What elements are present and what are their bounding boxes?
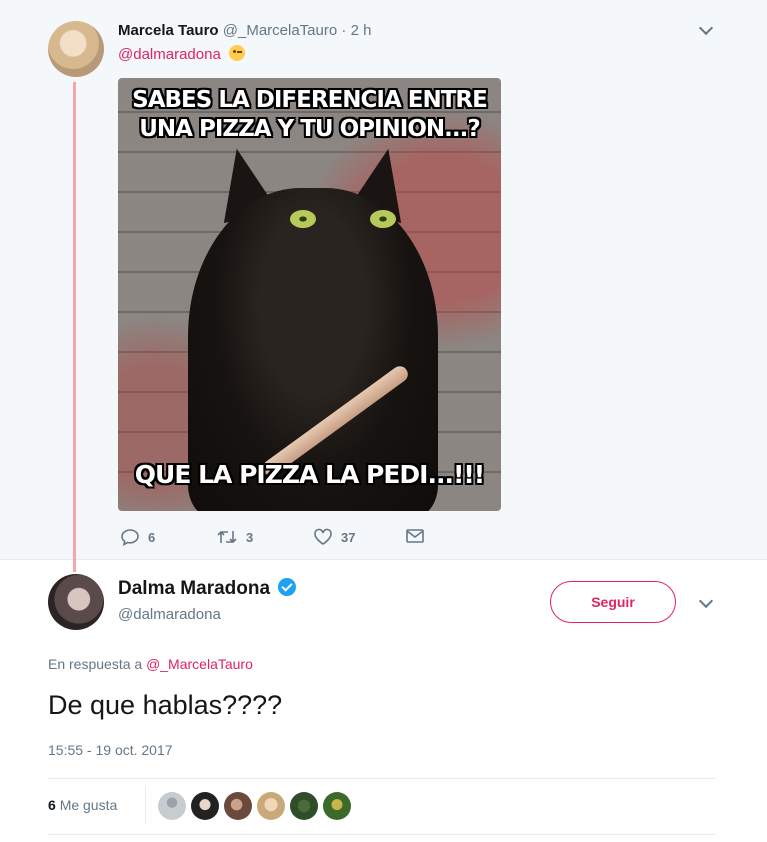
cat-eye	[290, 210, 316, 228]
retweet-count: 3	[246, 529, 254, 545]
author-name[interactable]: Marcela Tauro	[118, 22, 219, 39]
likes-number: 6	[48, 797, 56, 813]
likes-count[interactable]: 6 Me gusta	[48, 797, 117, 813]
reply-icon	[120, 528, 140, 546]
avatar[interactable]	[290, 792, 318, 820]
likers-avatars	[158, 792, 351, 820]
reply-mention: @dalmaradona	[118, 45, 245, 63]
parent-tweet-header: Marcela Tauro @_MarcelaTauro · 2 h	[118, 22, 371, 39]
retweet-button[interactable]: 3	[216, 528, 253, 546]
envelope-icon	[405, 528, 425, 544]
avatar[interactable]	[224, 792, 252, 820]
mention-link[interactable]: @dalmaradona	[118, 46, 221, 63]
divider	[145, 786, 146, 824]
thread-connector-line	[73, 82, 76, 572]
in-reply-to: En respuesta a @_MarcelaTauro	[48, 656, 253, 672]
like-count: 37	[341, 529, 356, 545]
cat-eye	[370, 210, 396, 228]
meme-bottom-text: QUE LA PIZZA LA PEDI...!!!	[134, 460, 485, 489]
avatar[interactable]	[257, 792, 285, 820]
divider	[48, 778, 716, 779]
heart-icon	[313, 528, 333, 546]
tweet-time[interactable]: 2 h	[351, 22, 372, 39]
author-name[interactable]: Dalma Maradona	[118, 578, 270, 599]
reply-button[interactable]: 6	[120, 528, 155, 546]
avatar[interactable]	[158, 792, 186, 820]
avatar[interactable]	[191, 792, 219, 820]
reply-count: 6	[148, 529, 156, 545]
author-handle[interactable]: @_MarcelaTauro	[223, 22, 337, 39]
likes-label: Me gusta	[59, 797, 118, 813]
chevron-down-icon[interactable]	[698, 593, 714, 609]
tweet-timestamp[interactable]: 15:55 - 19 oct. 2017	[48, 742, 173, 758]
retweet-icon	[216, 528, 238, 546]
divider	[48, 834, 716, 835]
author-handle[interactable]: @dalmaradona	[118, 606, 221, 623]
tweet-text: De que hablas????	[48, 690, 283, 720]
direct-message-button[interactable]	[405, 528, 425, 544]
like-button[interactable]: 37	[313, 528, 355, 546]
meme-image[interactable]: SABES LA DIFERENCIA ENTRE UNA PIZZA Y TU…	[118, 78, 501, 511]
verified-icon	[278, 578, 297, 596]
author-name-row: Dalma Maradona	[118, 578, 297, 600]
avatar[interactable]	[323, 792, 351, 820]
avatar[interactable]	[48, 21, 104, 77]
in-reply-prefix: En respuesta a	[48, 656, 143, 672]
wink-emoji-icon	[228, 45, 245, 61]
avatar[interactable]	[48, 574, 104, 630]
follow-button[interactable]: Seguir	[550, 581, 676, 623]
mention-link[interactable]: @_MarcelaTauro	[146, 656, 253, 672]
separator: ·	[341, 22, 347, 39]
meme-top-text: SABES LA DIFERENCIA ENTRE UNA PIZZA Y TU…	[132, 87, 488, 142]
